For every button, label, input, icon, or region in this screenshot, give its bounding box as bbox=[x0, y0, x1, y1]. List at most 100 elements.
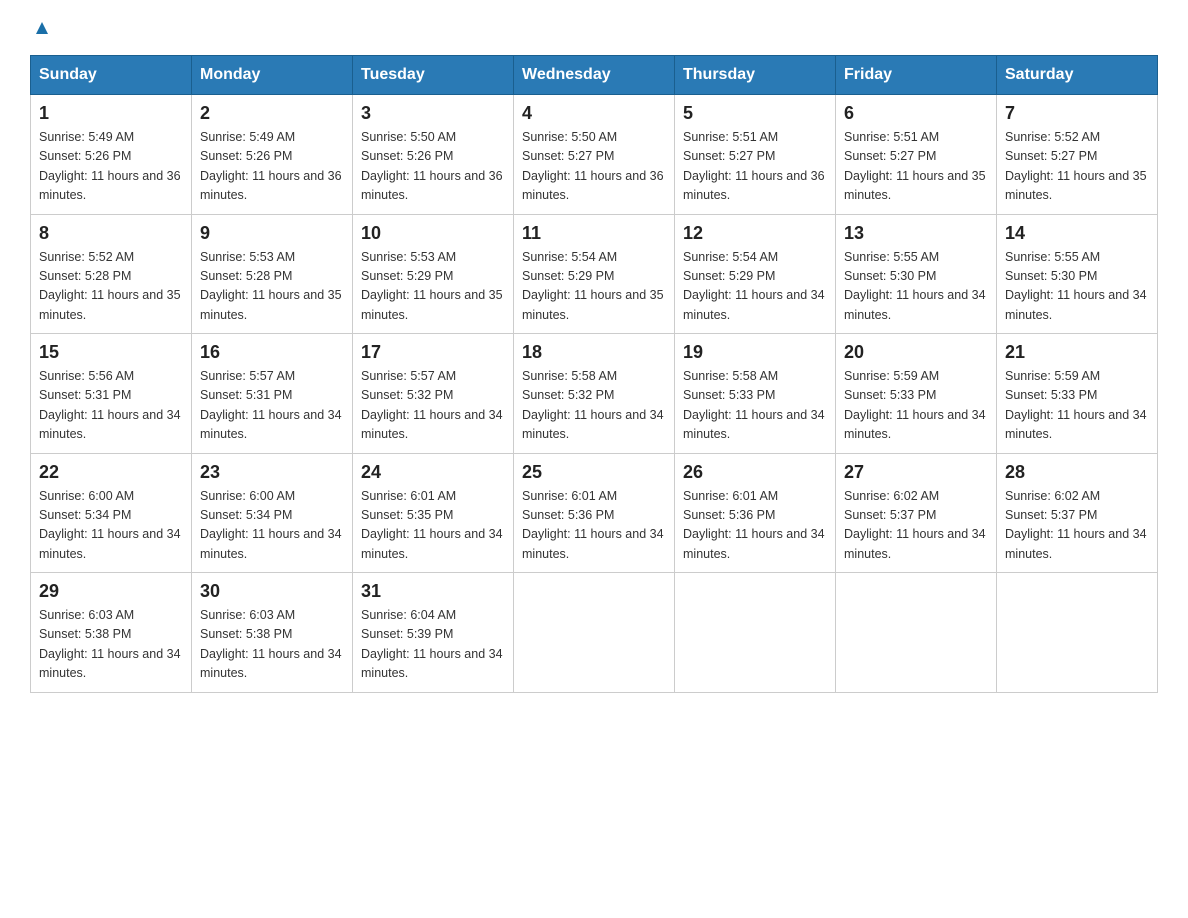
calendar-week-row: 29 Sunrise: 6:03 AMSunset: 5:38 PMDaylig… bbox=[31, 573, 1158, 693]
day-of-week-header: Thursday bbox=[675, 56, 836, 95]
calendar-day-cell: 29 Sunrise: 6:03 AMSunset: 5:38 PMDaylig… bbox=[31, 573, 192, 693]
day-info: Sunrise: 5:50 AMSunset: 5:26 PMDaylight:… bbox=[361, 130, 503, 202]
day-info: Sunrise: 5:53 AMSunset: 5:28 PMDaylight:… bbox=[200, 250, 342, 322]
day-number: 13 bbox=[844, 223, 988, 244]
day-info: Sunrise: 5:56 AMSunset: 5:31 PMDaylight:… bbox=[39, 369, 181, 441]
calendar-day-cell: 18 Sunrise: 5:58 AMSunset: 5:32 PMDaylig… bbox=[514, 334, 675, 454]
day-info: Sunrise: 5:57 AMSunset: 5:32 PMDaylight:… bbox=[361, 369, 503, 441]
day-info: Sunrise: 6:01 AMSunset: 5:35 PMDaylight:… bbox=[361, 489, 503, 561]
calendar-day-cell bbox=[836, 573, 997, 693]
calendar-day-cell bbox=[675, 573, 836, 693]
day-number: 14 bbox=[1005, 223, 1149, 244]
calendar-table: SundayMondayTuesdayWednesdayThursdayFrid… bbox=[30, 55, 1158, 693]
calendar-day-cell: 21 Sunrise: 5:59 AMSunset: 5:33 PMDaylig… bbox=[997, 334, 1158, 454]
calendar-day-cell: 20 Sunrise: 5:59 AMSunset: 5:33 PMDaylig… bbox=[836, 334, 997, 454]
day-info: Sunrise: 5:59 AMSunset: 5:33 PMDaylight:… bbox=[844, 369, 986, 441]
day-number: 3 bbox=[361, 103, 505, 124]
day-of-week-header: Tuesday bbox=[353, 56, 514, 95]
day-info: Sunrise: 6:02 AMSunset: 5:37 PMDaylight:… bbox=[844, 489, 986, 561]
day-number: 24 bbox=[361, 462, 505, 483]
calendar-day-cell: 17 Sunrise: 5:57 AMSunset: 5:32 PMDaylig… bbox=[353, 334, 514, 454]
day-info: Sunrise: 5:49 AMSunset: 5:26 PMDaylight:… bbox=[39, 130, 181, 202]
page-header bbox=[30, 20, 1158, 45]
day-info: Sunrise: 5:52 AMSunset: 5:27 PMDaylight:… bbox=[1005, 130, 1147, 202]
day-info: Sunrise: 5:50 AMSunset: 5:27 PMDaylight:… bbox=[522, 130, 664, 202]
day-number: 17 bbox=[361, 342, 505, 363]
calendar-day-cell: 5 Sunrise: 5:51 AMSunset: 5:27 PMDayligh… bbox=[675, 95, 836, 215]
day-info: Sunrise: 6:03 AMSunset: 5:38 PMDaylight:… bbox=[39, 608, 181, 680]
calendar-day-cell: 24 Sunrise: 6:01 AMSunset: 5:35 PMDaylig… bbox=[353, 453, 514, 573]
calendar-day-cell: 23 Sunrise: 6:00 AMSunset: 5:34 PMDaylig… bbox=[192, 453, 353, 573]
day-number: 22 bbox=[39, 462, 183, 483]
day-of-week-header: Sunday bbox=[31, 56, 192, 95]
calendar-day-cell: 4 Sunrise: 5:50 AMSunset: 5:27 PMDayligh… bbox=[514, 95, 675, 215]
calendar-day-cell: 7 Sunrise: 5:52 AMSunset: 5:27 PMDayligh… bbox=[997, 95, 1158, 215]
day-info: Sunrise: 5:57 AMSunset: 5:31 PMDaylight:… bbox=[200, 369, 342, 441]
day-number: 29 bbox=[39, 581, 183, 602]
day-info: Sunrise: 5:59 AMSunset: 5:33 PMDaylight:… bbox=[1005, 369, 1147, 441]
day-number: 5 bbox=[683, 103, 827, 124]
calendar-day-cell: 6 Sunrise: 5:51 AMSunset: 5:27 PMDayligh… bbox=[836, 95, 997, 215]
calendar-day-cell: 15 Sunrise: 5:56 AMSunset: 5:31 PMDaylig… bbox=[31, 334, 192, 454]
day-of-week-header: Saturday bbox=[997, 56, 1158, 95]
calendar-day-cell: 27 Sunrise: 6:02 AMSunset: 5:37 PMDaylig… bbox=[836, 453, 997, 573]
day-info: Sunrise: 5:54 AMSunset: 5:29 PMDaylight:… bbox=[522, 250, 664, 322]
day-info: Sunrise: 5:58 AMSunset: 5:32 PMDaylight:… bbox=[522, 369, 664, 441]
day-number: 20 bbox=[844, 342, 988, 363]
calendar-day-cell: 19 Sunrise: 5:58 AMSunset: 5:33 PMDaylig… bbox=[675, 334, 836, 454]
day-of-week-header: Monday bbox=[192, 56, 353, 95]
calendar-day-cell: 22 Sunrise: 6:00 AMSunset: 5:34 PMDaylig… bbox=[31, 453, 192, 573]
calendar-day-cell bbox=[997, 573, 1158, 693]
logo bbox=[30, 20, 52, 45]
day-number: 21 bbox=[1005, 342, 1149, 363]
day-number: 4 bbox=[522, 103, 666, 124]
calendar-day-cell: 8 Sunrise: 5:52 AMSunset: 5:28 PMDayligh… bbox=[31, 214, 192, 334]
day-number: 26 bbox=[683, 462, 827, 483]
day-info: Sunrise: 5:55 AMSunset: 5:30 PMDaylight:… bbox=[844, 250, 986, 322]
calendar-week-row: 22 Sunrise: 6:00 AMSunset: 5:34 PMDaylig… bbox=[31, 453, 1158, 573]
day-info: Sunrise: 5:55 AMSunset: 5:30 PMDaylight:… bbox=[1005, 250, 1147, 322]
calendar-week-row: 8 Sunrise: 5:52 AMSunset: 5:28 PMDayligh… bbox=[31, 214, 1158, 334]
calendar-day-cell: 16 Sunrise: 5:57 AMSunset: 5:31 PMDaylig… bbox=[192, 334, 353, 454]
day-number: 16 bbox=[200, 342, 344, 363]
day-number: 2 bbox=[200, 103, 344, 124]
day-info: Sunrise: 6:03 AMSunset: 5:38 PMDaylight:… bbox=[200, 608, 342, 680]
day-number: 1 bbox=[39, 103, 183, 124]
calendar-day-cell: 1 Sunrise: 5:49 AMSunset: 5:26 PMDayligh… bbox=[31, 95, 192, 215]
day-info: Sunrise: 6:00 AMSunset: 5:34 PMDaylight:… bbox=[200, 489, 342, 561]
day-info: Sunrise: 6:04 AMSunset: 5:39 PMDaylight:… bbox=[361, 608, 503, 680]
day-number: 15 bbox=[39, 342, 183, 363]
calendar-day-cell: 25 Sunrise: 6:01 AMSunset: 5:36 PMDaylig… bbox=[514, 453, 675, 573]
day-number: 11 bbox=[522, 223, 666, 244]
day-info: Sunrise: 6:01 AMSunset: 5:36 PMDaylight:… bbox=[683, 489, 825, 561]
calendar-week-row: 15 Sunrise: 5:56 AMSunset: 5:31 PMDaylig… bbox=[31, 334, 1158, 454]
day-number: 31 bbox=[361, 581, 505, 602]
day-number: 9 bbox=[200, 223, 344, 244]
day-number: 25 bbox=[522, 462, 666, 483]
calendar-week-row: 1 Sunrise: 5:49 AMSunset: 5:26 PMDayligh… bbox=[31, 95, 1158, 215]
day-number: 12 bbox=[683, 223, 827, 244]
day-number: 18 bbox=[522, 342, 666, 363]
day-info: Sunrise: 6:02 AMSunset: 5:37 PMDaylight:… bbox=[1005, 489, 1147, 561]
day-info: Sunrise: 5:52 AMSunset: 5:28 PMDaylight:… bbox=[39, 250, 181, 322]
calendar-day-cell: 31 Sunrise: 6:04 AMSunset: 5:39 PMDaylig… bbox=[353, 573, 514, 693]
day-number: 28 bbox=[1005, 462, 1149, 483]
day-info: Sunrise: 5:53 AMSunset: 5:29 PMDaylight:… bbox=[361, 250, 503, 322]
calendar-day-cell: 14 Sunrise: 5:55 AMSunset: 5:30 PMDaylig… bbox=[997, 214, 1158, 334]
day-number: 27 bbox=[844, 462, 988, 483]
calendar-day-cell: 26 Sunrise: 6:01 AMSunset: 5:36 PMDaylig… bbox=[675, 453, 836, 573]
day-info: Sunrise: 5:51 AMSunset: 5:27 PMDaylight:… bbox=[683, 130, 825, 202]
day-number: 7 bbox=[1005, 103, 1149, 124]
calendar-day-cell: 28 Sunrise: 6:02 AMSunset: 5:37 PMDaylig… bbox=[997, 453, 1158, 573]
day-number: 30 bbox=[200, 581, 344, 602]
day-of-week-header: Friday bbox=[836, 56, 997, 95]
day-info: Sunrise: 5:51 AMSunset: 5:27 PMDaylight:… bbox=[844, 130, 986, 202]
day-number: 6 bbox=[844, 103, 988, 124]
day-number: 19 bbox=[683, 342, 827, 363]
calendar-day-cell: 11 Sunrise: 5:54 AMSunset: 5:29 PMDaylig… bbox=[514, 214, 675, 334]
calendar-day-cell: 3 Sunrise: 5:50 AMSunset: 5:26 PMDayligh… bbox=[353, 95, 514, 215]
day-info: Sunrise: 5:58 AMSunset: 5:33 PMDaylight:… bbox=[683, 369, 825, 441]
day-info: Sunrise: 5:54 AMSunset: 5:29 PMDaylight:… bbox=[683, 250, 825, 322]
day-number: 23 bbox=[200, 462, 344, 483]
day-number: 10 bbox=[361, 223, 505, 244]
